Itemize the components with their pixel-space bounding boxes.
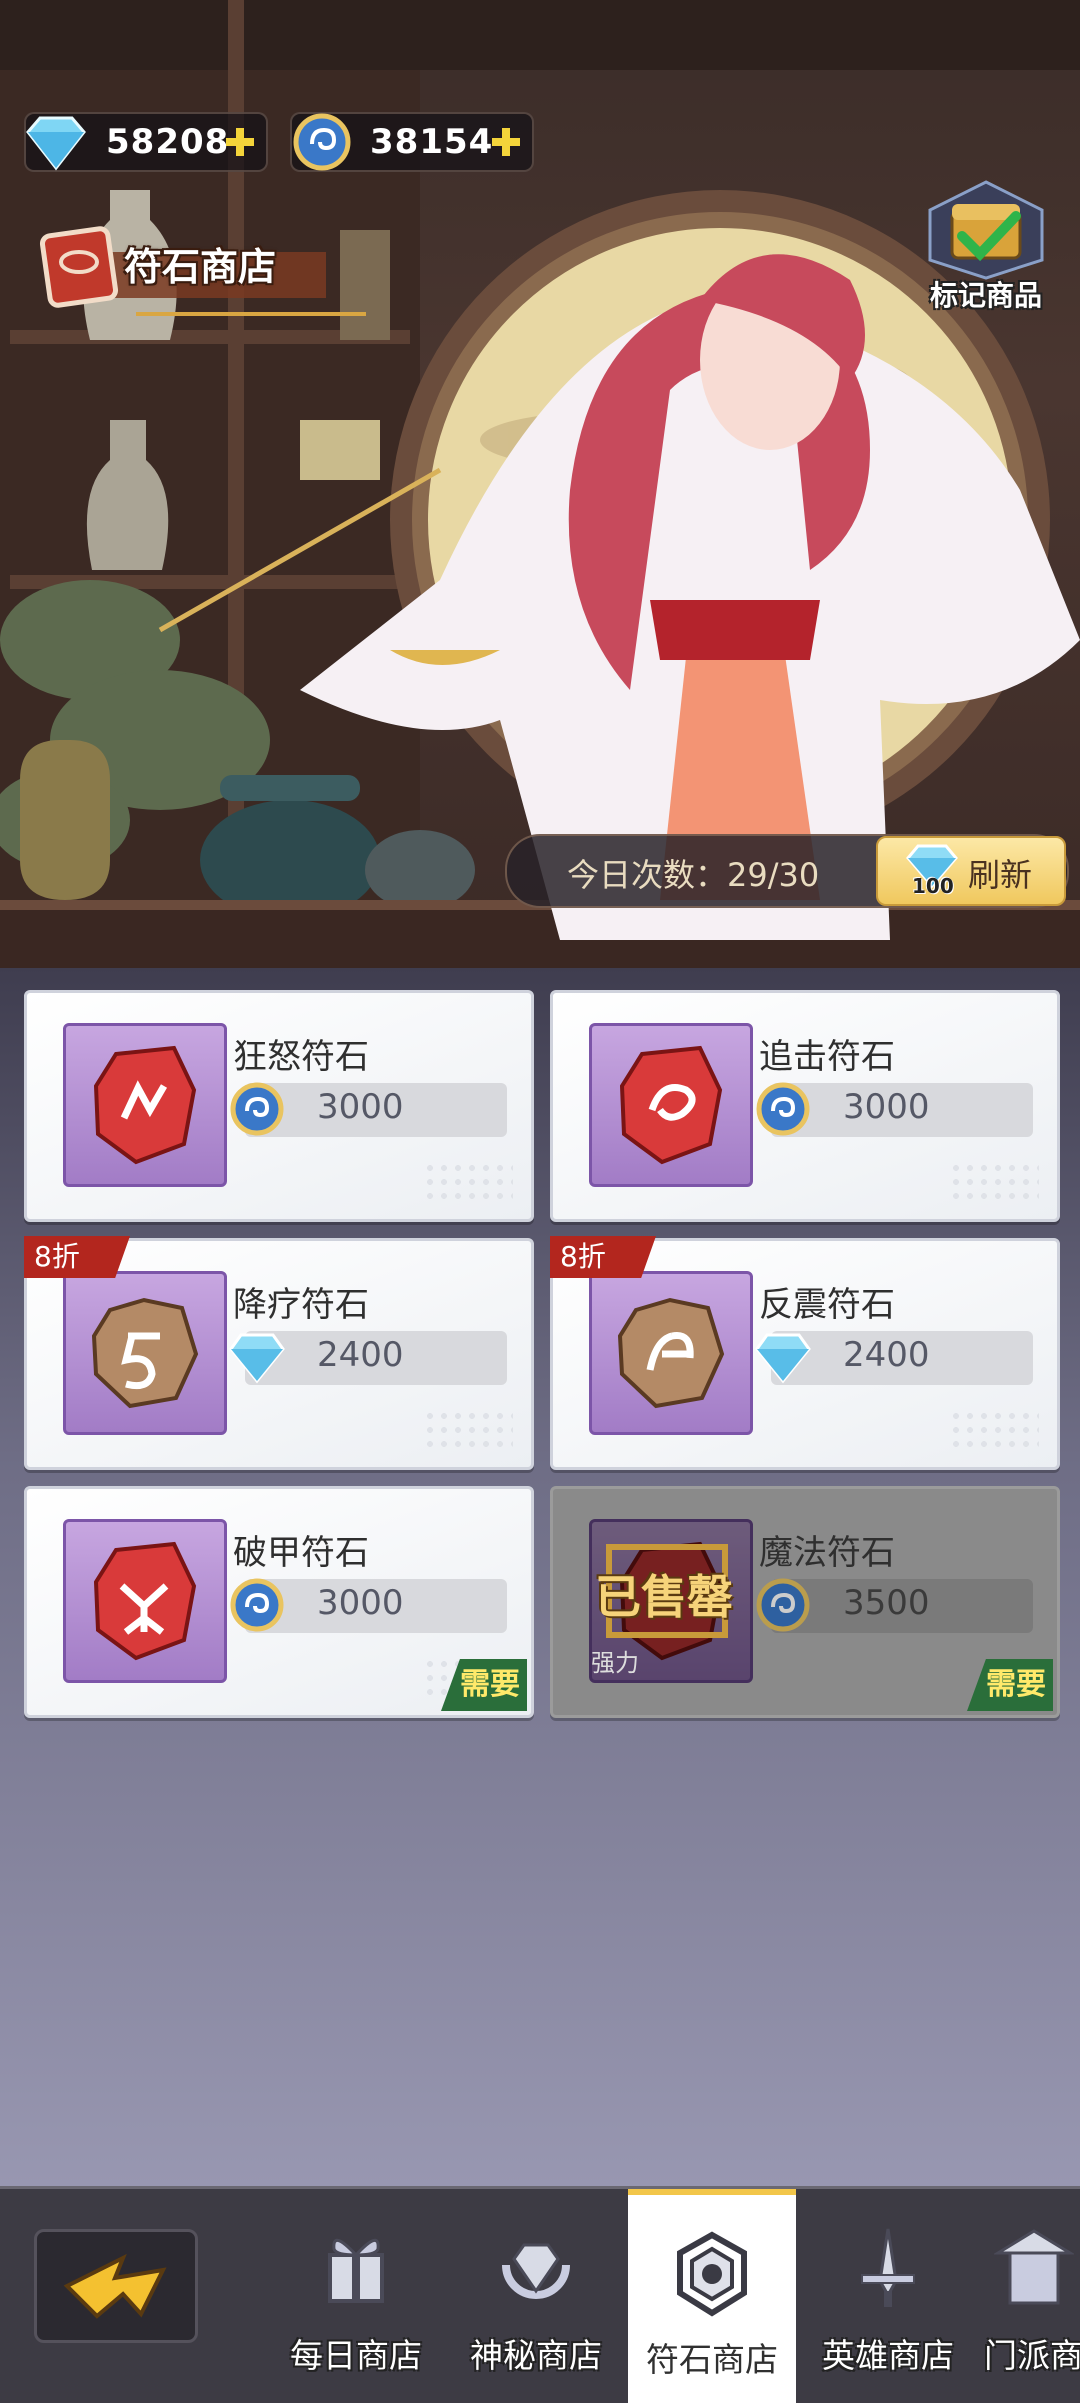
card-pattern (423, 1409, 513, 1449)
strength-tag: 强力 (591, 1649, 639, 1677)
item-name: 追击符石 (759, 1037, 895, 1077)
item-price: 3000 (317, 1583, 404, 1623)
diamond-icon (229, 1333, 285, 1384)
gem-amount: 58208 (106, 122, 230, 162)
mark-items-label: 标记商品 (929, 279, 1042, 312)
needed-tag: 需要 (967, 1659, 1053, 1711)
item-name: 破甲符石 (233, 1533, 369, 1573)
shop-item-card[interactable]: 狂怒符石 3000 (24, 990, 534, 1222)
item-icon-frame (63, 1271, 227, 1435)
pavilion-icon (994, 2229, 1074, 2305)
refresh-label: 刷新 (968, 856, 1033, 894)
shop-title: 符石商店 (124, 245, 277, 289)
red-rune-stone-icon (619, 1045, 723, 1165)
item-price: 2400 (843, 1335, 930, 1375)
item-icon-frame (589, 1023, 753, 1187)
tab-label: 英雄商店 (822, 2336, 954, 2375)
rune-coin-icon (230, 1578, 284, 1632)
red-rune-stone-icon (93, 1541, 197, 1661)
daily-count-text: 今日次数：29/30 (567, 856, 820, 894)
card-pattern (949, 1409, 1039, 1449)
shop-banner: 58208 38154 符石商店 标记商品 今日次数：29/30 100 刷新 (0, 0, 1080, 968)
rune-icon (677, 2231, 747, 2317)
back-arrow-icon (63, 2253, 167, 2319)
refresh-cost: 100 (912, 874, 954, 898)
shop-item-card-sold-out[interactable]: 已售罄 强力 魔法符石 3500 需要 (550, 1486, 1060, 1718)
item-price: 3000 (317, 1087, 404, 1127)
needed-label: 需要 (460, 1667, 520, 1702)
card-pattern (949, 1161, 1039, 1201)
diamond-icon (755, 1333, 811, 1384)
tab-label: 每日商店 (290, 2336, 422, 2375)
discount-badge: 8折 (550, 1236, 656, 1278)
tab-label: 门派商 (984, 2336, 1080, 2375)
tab-sect-shop[interactable]: 门派商 (984, 2189, 1080, 2403)
coin-balance: 38154 (290, 112, 534, 172)
brown-rune-stone-icon (91, 1297, 199, 1409)
item-name: 反震符石 (759, 1285, 895, 1325)
treasure-chest-check-icon (928, 180, 1044, 280)
shop-item-card[interactable]: 破甲符石 3000 需要 (24, 1486, 534, 1718)
diamond-moon-icon (502, 2243, 570, 2299)
needed-label: 需要 (986, 1667, 1046, 1702)
discount-badge: 8折 (24, 1236, 130, 1278)
item-icon-frame (589, 1271, 753, 1435)
sold-out-stamp: 已售罄 (595, 1570, 733, 1624)
refresh-button[interactable]: 100 刷新 (876, 836, 1066, 906)
item-price: 3500 (843, 1583, 930, 1623)
item-price: 3000 (843, 1087, 930, 1127)
mark-items-button[interactable]: 标记商品 (916, 180, 1056, 312)
tab-hero-shop[interactable]: 英雄商店 (804, 2189, 972, 2403)
item-price: 2400 (317, 1335, 404, 1375)
gem-balance: 58208 (24, 112, 268, 172)
rune-coin-icon (293, 113, 351, 171)
red-rune-stone-icon (93, 1045, 197, 1165)
item-name: 魔法符石 (759, 1533, 895, 1573)
item-name: 降疗符石 (233, 1285, 369, 1325)
add-coins-button[interactable] (488, 124, 524, 160)
rune-coin-icon (756, 1578, 810, 1632)
diamond-icon (26, 116, 86, 171)
gift-icon (328, 2238, 384, 2303)
item-icon-frame (63, 1023, 227, 1187)
coin-amount: 38154 (370, 122, 494, 162)
rune-coin-icon (756, 1082, 810, 1136)
shop-emblem-icon (39, 226, 119, 308)
bottom-nav: 每日商店 神秘商店 符石商店 英雄商店 门派商 (0, 2186, 1080, 2403)
tab-rune-shop[interactable]: 符石商店 (628, 2189, 796, 2403)
brown-rune-stone-icon (617, 1297, 725, 1409)
rune-coin-icon (230, 1082, 284, 1136)
tab-daily-shop[interactable]: 每日商店 (272, 2189, 440, 2403)
add-gems-button[interactable] (222, 124, 258, 160)
item-icon-frame (63, 1519, 227, 1683)
sword-icon (861, 2228, 915, 2307)
tab-label: 符石商店 (646, 2340, 778, 2379)
back-button[interactable] (34, 2229, 198, 2343)
tab-mystery-shop[interactable]: 神秘商店 (452, 2189, 620, 2403)
item-name: 狂怒符石 (233, 1037, 369, 1077)
shop-title-banner: 符石商店 (36, 222, 366, 322)
shop-item-card[interactable]: 追击符石 3000 (550, 990, 1060, 1222)
card-pattern (423, 1161, 513, 1201)
tab-label: 神秘商店 (470, 2336, 602, 2375)
